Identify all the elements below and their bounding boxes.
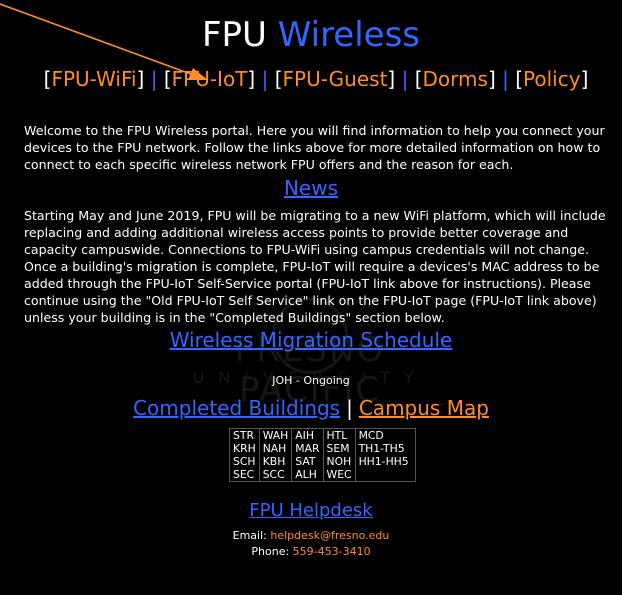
annotation-arrow-icon [0, 3, 208, 80]
page: FRESNO PACIFIC UNIVERSITY FPU Wireless [… [0, 0, 622, 595]
